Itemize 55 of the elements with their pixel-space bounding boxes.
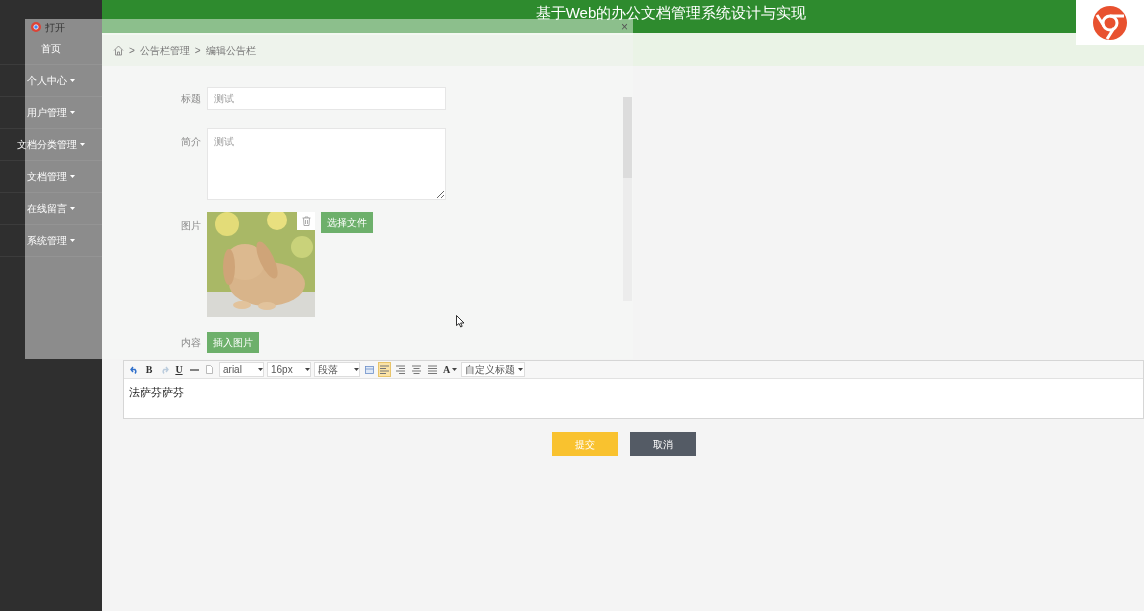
caret-icon <box>70 111 75 114</box>
caret-icon <box>258 368 263 371</box>
field-label: 图片 <box>180 219 202 233</box>
caret-icon <box>354 368 359 371</box>
undo-icon <box>129 365 139 374</box>
cancel-button[interactable]: 取消 <box>629 432 696 456</box>
caret-icon <box>80 143 85 146</box>
close-button[interactable]: × <box>621 21 628 33</box>
format-select[interactable]: 段落 <box>314 362 360 377</box>
align-button[interactable] <box>410 362 423 377</box>
align-center-icon <box>412 365 421 374</box>
cursor-icon <box>456 315 465 328</box>
breadcrumb-link[interactable]: 公告栏管理 <box>139 43 190 58</box>
intro-field[interactable]: 测试 <box>207 128 446 200</box>
caret-icon <box>70 175 75 178</box>
align-button[interactable] <box>394 362 407 377</box>
underline-button[interactable]: U <box>173 362 185 377</box>
caret-icon <box>452 368 458 371</box>
bold-button[interactable]: B <box>143 362 155 377</box>
align-button[interactable] <box>426 362 439 377</box>
align-button[interactable] <box>378 362 391 377</box>
breadcrumb-separator: > <box>194 44 201 58</box>
insert-image-button[interactable]: 插入图片 <box>207 332 259 353</box>
breadcrumb-link[interactable]: 编辑公告栏 <box>205 43 256 58</box>
site-title: 基于Web的办公文档管理系统设计与实现 <box>535 4 807 21</box>
size-select[interactable]: 16px <box>267 362 311 377</box>
title-field[interactable]: 测试 <box>207 87 446 110</box>
choose-file-button[interactable]: 选择文件 <box>321 212 373 233</box>
breadcrumb-separator: > <box>129 44 135 58</box>
redo-icon <box>159 365 169 374</box>
page-button[interactable] <box>203 362 215 377</box>
caret-icon <box>518 368 524 371</box>
heading-select[interactable]: 自定义标题 <box>461 362 526 377</box>
caret-icon <box>305 368 310 371</box>
align-left-icon <box>380 365 389 374</box>
home-icon <box>113 45 124 56</box>
page-icon <box>205 365 213 374</box>
font-color-button[interactable]: A <box>442 362 459 377</box>
field-label: 标题 <box>180 92 202 106</box>
align-justify-icon <box>428 365 437 374</box>
logo-icon <box>1092 4 1128 41</box>
trash-icon <box>301 216 311 226</box>
scrollbar-thumb[interactable] <box>623 97 632 178</box>
align-right-icon <box>396 365 405 374</box>
field-label: 简介 <box>180 135 202 149</box>
browser-icon <box>31 22 41 32</box>
field-label: 内容 <box>180 336 202 350</box>
caret-icon <box>70 239 75 242</box>
delete-button[interactable] <box>297 212 315 230</box>
caret-icon <box>70 207 75 210</box>
editor-content[interactable]: 法萨芬萨芬 <box>124 379 1143 418</box>
font-select[interactable]: arial <box>219 362 264 377</box>
dialog-title: 打开 <box>45 20 65 35</box>
caret-icon <box>70 79 75 82</box>
table-icon <box>364 365 374 374</box>
